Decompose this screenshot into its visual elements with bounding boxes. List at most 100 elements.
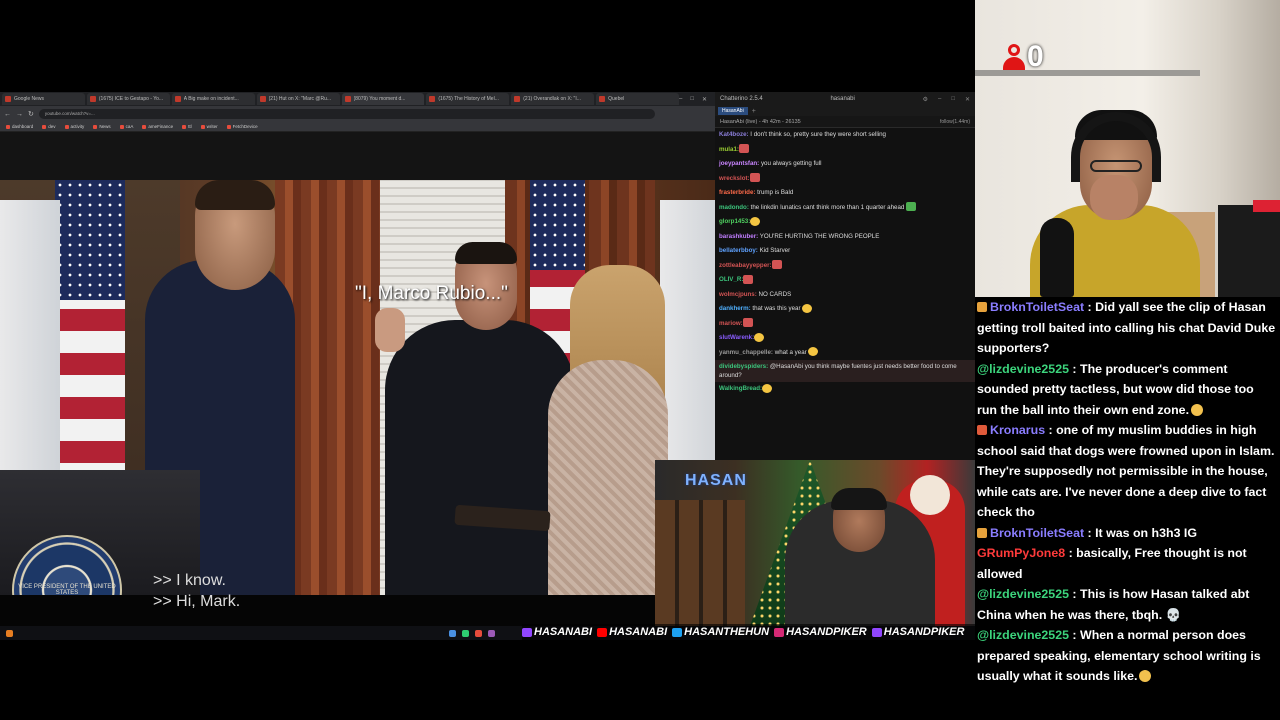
emote-icon — [743, 274, 754, 284]
maximize-icon[interactable]: □ — [951, 96, 955, 103]
raised-hand — [375, 308, 405, 352]
chat-message-list[interactable]: Kat4boze: I don't think so, pretty sure … — [715, 128, 975, 397]
browser-tab-active[interactable]: (8079) You moment d... — [341, 93, 425, 105]
chat-username[interactable]: yanmu_chappelle: — [719, 349, 773, 356]
tiktok-icon — [871, 627, 882, 637]
bookmark-item[interactable]: ttl — [182, 124, 192, 129]
close-icon[interactable]: ✕ — [965, 96, 970, 103]
follow-button[interactable]: follow(1.44m) — [940, 119, 970, 125]
chat-message: barashkuber: YOU'RE HURTING THE WRONG PE… — [715, 230, 975, 245]
browser-tab[interactable]: Google News — [2, 93, 85, 105]
bookmark-label: dev — [48, 124, 56, 129]
app-icon[interactable] — [488, 629, 495, 637]
person-hair — [195, 180, 275, 210]
close-icon[interactable]: ✕ — [702, 96, 707, 103]
chat-username[interactable]: WalkingBread: — [719, 385, 762, 392]
bookmark-item[interactable]: dev — [42, 124, 56, 129]
chat-username[interactable]: zottleabayyepper: — [719, 262, 772, 269]
social-handle-text: HASANTHEHUN — [684, 626, 770, 638]
chat-username[interactable]: wolmcjpuns: — [719, 291, 757, 298]
browser-tab[interactable]: (1675) The History of Mel... — [426, 93, 510, 105]
reload-icon[interactable]: ↻ — [28, 110, 34, 118]
overlay-chat-message: BroknToiletSeat : Did yall see the clip … — [977, 297, 1276, 359]
bookmark-item[interactable]: writer — [200, 124, 218, 129]
bookmark-label: activity — [70, 124, 85, 129]
browser-tab[interactable]: (21) Hut on X: "Marc @Ru... — [256, 93, 340, 105]
chat-message: OLIV_R: — [715, 273, 975, 288]
chat-username[interactable]: frasterbride: — [719, 189, 755, 196]
overlay-chat-message: Kronarus : one of my muslim buddies in h… — [977, 420, 1276, 523]
person-woman — [548, 360, 668, 595]
chat-username[interactable]: madondo: — [719, 204, 749, 211]
bookmark-item[interactable]: dashboard — [6, 124, 33, 129]
emote-icon — [1191, 403, 1204, 416]
chat-username[interactable]: glorp1453: — [719, 218, 750, 225]
overlay-chat-username: BroknToiletSeat — [990, 300, 1085, 314]
url-input[interactable]: youtube.com/watch?v=... — [38, 109, 655, 119]
bookmark-icon — [93, 124, 98, 129]
chat-username[interactable]: bellaterbboy: — [719, 247, 758, 254]
tab-hasanabi[interactable]: HasanAbi — [718, 107, 748, 115]
chat-username[interactable]: slutWarenk: — [719, 334, 754, 341]
social-handle-text: HASANABI — [534, 626, 593, 638]
app-icon[interactable] — [475, 629, 482, 637]
maximize-icon[interactable]: □ — [690, 96, 694, 103]
caption-line: >> I know. — [153, 572, 226, 589]
chat-text: trump is Bald — [755, 189, 794, 196]
minimize-icon[interactable]: – — [679, 96, 682, 103]
overlay-chat-message: @lizdevine2525 : When a normal person do… — [977, 625, 1276, 687]
browser-tab[interactable]: (1675) ICE to Gestapo - Yo... — [86, 93, 170, 105]
chat-username[interactable]: OLIV_R: — [719, 276, 743, 283]
add-tab-icon[interactable]: + — [752, 108, 756, 115]
bookmark-item[interactable]: News — [93, 124, 111, 129]
settings-icon[interactable]: ⚙ — [923, 96, 928, 103]
browser-tab[interactable]: A Big make on incident... — [171, 93, 255, 105]
channel-label: hasanabi — [830, 96, 855, 102]
minimize-icon[interactable]: – — [938, 96, 941, 103]
chat-message: bellaterbboy: Kid Starver — [715, 244, 975, 259]
back-icon[interactable]: ← — [4, 111, 11, 118]
forward-icon[interactable]: → — [16, 111, 23, 118]
browser-tab[interactable]: Quebel — [596, 93, 679, 105]
tab-title: (1675) ICE to Gestapo - Yo... — [98, 96, 164, 102]
emote-icon — [738, 144, 749, 154]
bookmark-label: dashboard — [12, 124, 34, 129]
chat-message: mariow: — [715, 317, 975, 332]
chat-text: I don't think so, pretty sure they were … — [748, 131, 886, 138]
chat-message: WalkingBread: — [715, 382, 975, 397]
chat-username[interactable]: wreckslot: — [719, 175, 750, 182]
app-title: Chatterino 2.5.4 — [720, 96, 763, 102]
chat-text: Kid Starver — [757, 247, 791, 254]
chat-username[interactable]: barashkuber: — [719, 233, 758, 240]
chat-username[interactable]: dividebyspiders: — [719, 363, 768, 370]
browser-tab[interactable]: (21) Overandlak on X: "I... — [511, 93, 595, 105]
video-player[interactable]: VICE PRESIDENT OF THE UNITED STATES — [0, 180, 715, 595]
bookmark-item[interactable]: FetchDevice — [226, 124, 258, 129]
stream-info: HasanAbi (live) - 4h 42m - 26135 — [720, 118, 801, 125]
tab-title: Quebel — [608, 96, 625, 102]
twitter-icon — [672, 627, 683, 637]
window-controls: – □ ✕ — [679, 96, 715, 103]
chat-username[interactable]: joeypantsfan: — [719, 160, 759, 167]
app-icon[interactable] — [462, 629, 469, 637]
chat-username[interactable]: dankherm: — [719, 305, 751, 312]
chat-message: wreckslot: — [715, 172, 975, 187]
overlay-chat-message: @lizdevine2525 : The producer's comment … — [977, 359, 1276, 421]
bookmark-item[interactable]: activity — [64, 124, 85, 129]
overlay-chat-username: @lizdevine2525 — [977, 628, 1069, 642]
bookmark-icon — [119, 124, 124, 129]
start-icon[interactable] — [6, 629, 13, 637]
chat-username[interactable]: mula1: — [719, 146, 739, 153]
bookmark-item[interactable]: ameFinance — [142, 124, 173, 129]
bookmark-item[interactable]: caA — [119, 124, 133, 129]
social-handle: HASANABI — [597, 626, 667, 638]
chat-username[interactable]: Kat4boze: — [719, 131, 749, 138]
person-rubio — [385, 320, 575, 595]
chat-message: yanmu_chappelle: what a year — [715, 346, 975, 361]
overlay-chat-username: GRumPyJone8 — [977, 546, 1066, 560]
overlay-chat-username: @lizdevine2525 — [977, 587, 1069, 601]
chat-username[interactable]: mariow: — [719, 320, 743, 327]
channel-header: HasanAbi (live) - 4h 42m - 26135 follow(… — [715, 116, 975, 128]
overlay-chat-text: : It was on h3h3 IG — [1084, 525, 1198, 540]
windows-icon[interactable] — [449, 629, 456, 637]
